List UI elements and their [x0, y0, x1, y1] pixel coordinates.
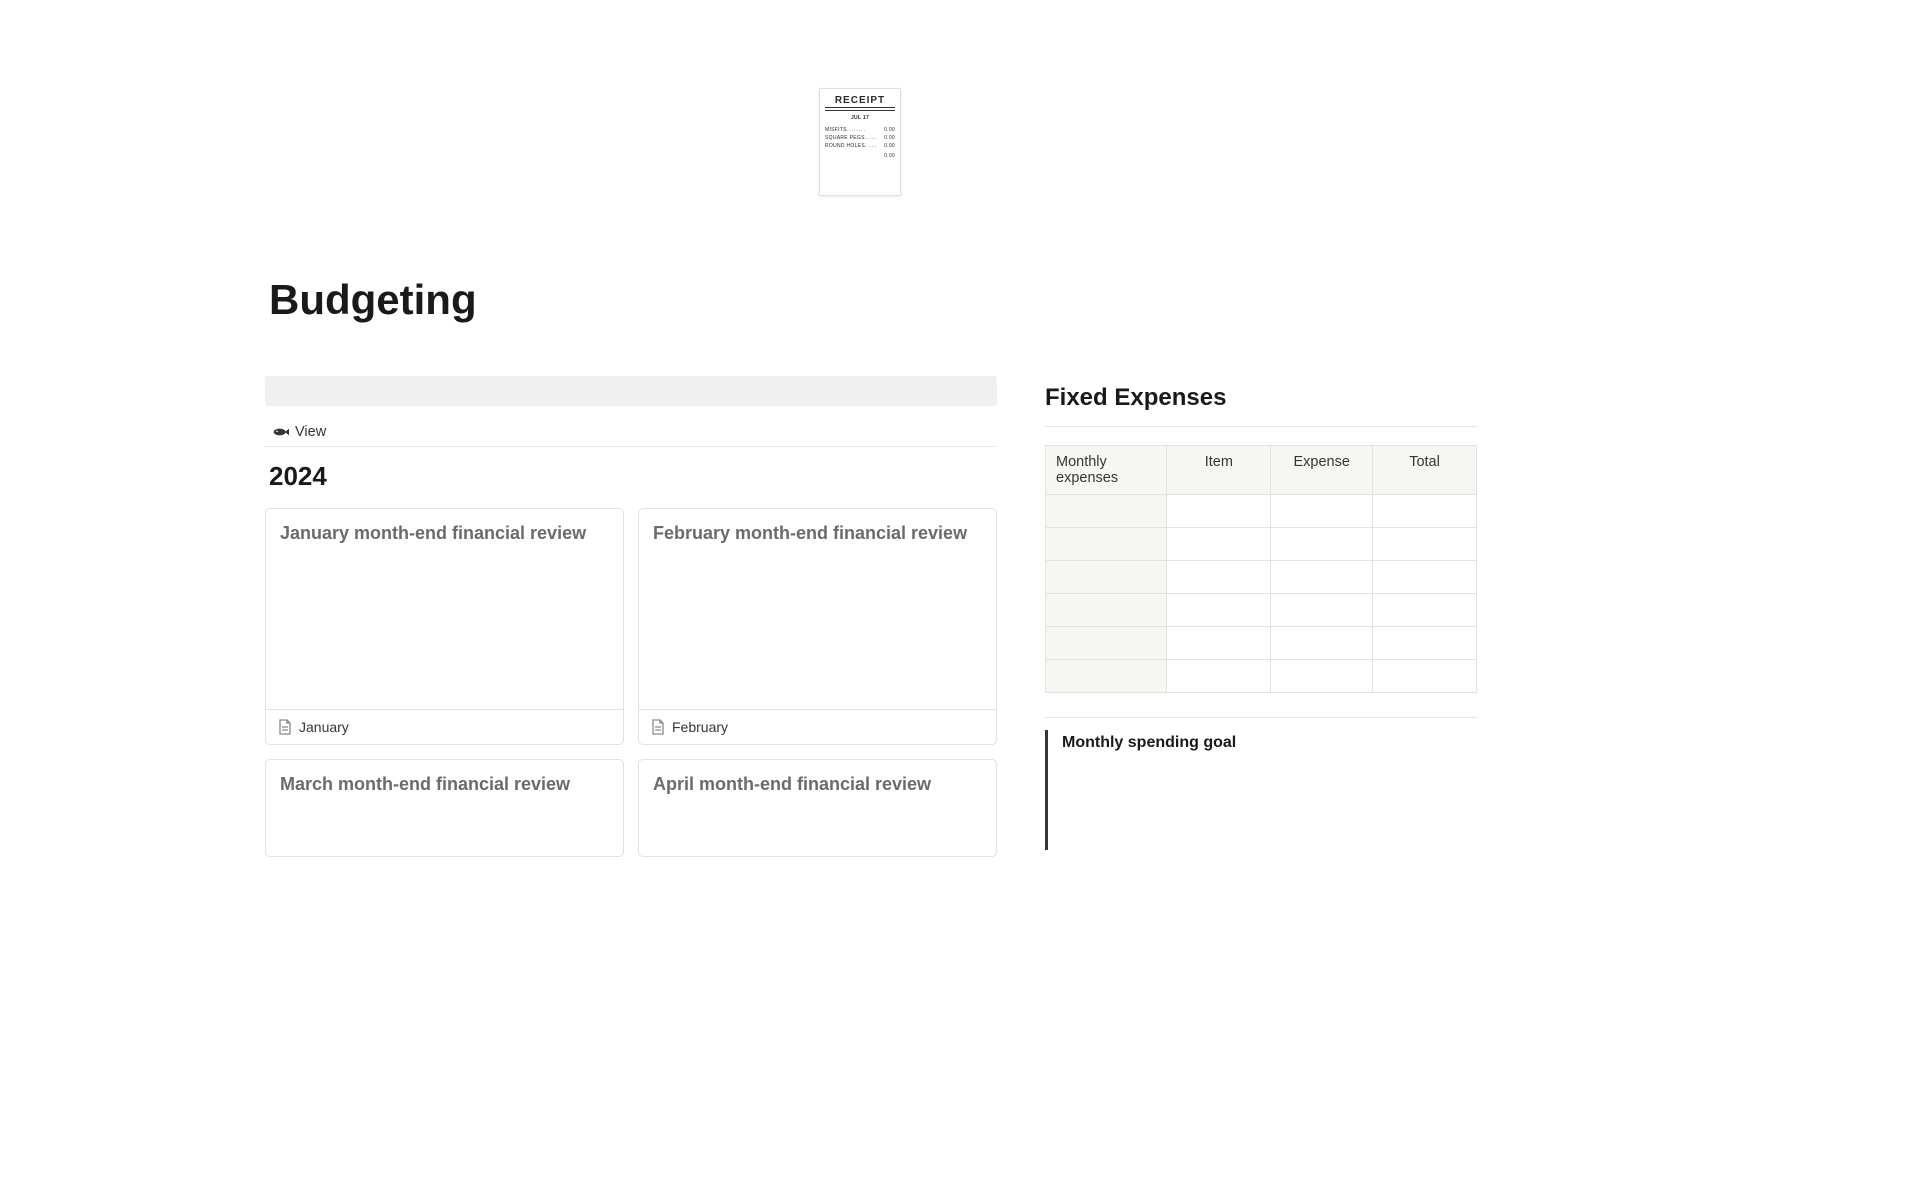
card-footer-label: January	[299, 719, 349, 735]
database-header-bar[interactable]	[265, 376, 997, 406]
callout-title: Monthly spending goal	[1062, 734, 1236, 751]
table-row[interactable]	[1046, 627, 1477, 660]
page-icon[interactable]: RECEIPT JUL 17 MISFITS........0.00 SQUAR…	[265, 88, 1655, 196]
expenses-table[interactable]: Monthly expenses Item Expense Total	[1045, 445, 1477, 693]
review-card-january[interactable]: January month-end financial review Janua…	[265, 508, 624, 745]
receipt-title: RECEIPT	[825, 95, 895, 108]
card-title: January month-end financial review	[280, 521, 609, 545]
table-row[interactable]	[1046, 528, 1477, 561]
card-title: April month-end financial review	[653, 772, 982, 796]
monthly-spending-goal-callout[interactable]: Monthly spending goal	[1045, 730, 1477, 850]
col-header-monthly[interactable]: Monthly expenses	[1046, 446, 1167, 495]
table-row[interactable]	[1046, 495, 1477, 528]
document-icon	[651, 719, 665, 735]
col-header-total[interactable]: Total	[1373, 446, 1477, 495]
table-row[interactable]	[1046, 594, 1477, 627]
card-footer-label: February	[672, 719, 728, 735]
document-icon	[278, 719, 292, 735]
fish-icon	[273, 427, 289, 437]
view-selector[interactable]: View	[265, 418, 997, 447]
divider	[1045, 426, 1477, 427]
review-card-march[interactable]: March month-end financial review	[265, 759, 624, 857]
card-title: February month-end financial review	[653, 521, 982, 545]
receipt-icon: RECEIPT JUL 17 MISFITS........0.00 SQUAR…	[819, 88, 901, 196]
table-row[interactable]	[1046, 561, 1477, 594]
divider	[1045, 717, 1477, 718]
table-row[interactable]	[1046, 660, 1477, 693]
view-label: View	[295, 424, 326, 440]
page-title[interactable]: Budgeting	[265, 276, 1655, 324]
col-header-expense[interactable]: Expense	[1271, 446, 1373, 495]
review-card-february[interactable]: February month-end financial review Febr…	[638, 508, 997, 745]
col-header-item[interactable]: Item	[1167, 446, 1271, 495]
fixed-expenses-title: Fixed Expenses	[1045, 384, 1477, 412]
fixed-expenses-section: Fixed Expenses Monthly expenses Item Exp…	[1045, 376, 1477, 850]
card-title: March month-end financial review	[280, 772, 609, 796]
receipt-date: JUL 17	[825, 115, 895, 121]
year-heading: 2024	[265, 461, 997, 492]
review-card-april[interactable]: April month-end financial review	[638, 759, 997, 857]
reviews-section: View 2024 January month-end financial re…	[265, 376, 997, 857]
